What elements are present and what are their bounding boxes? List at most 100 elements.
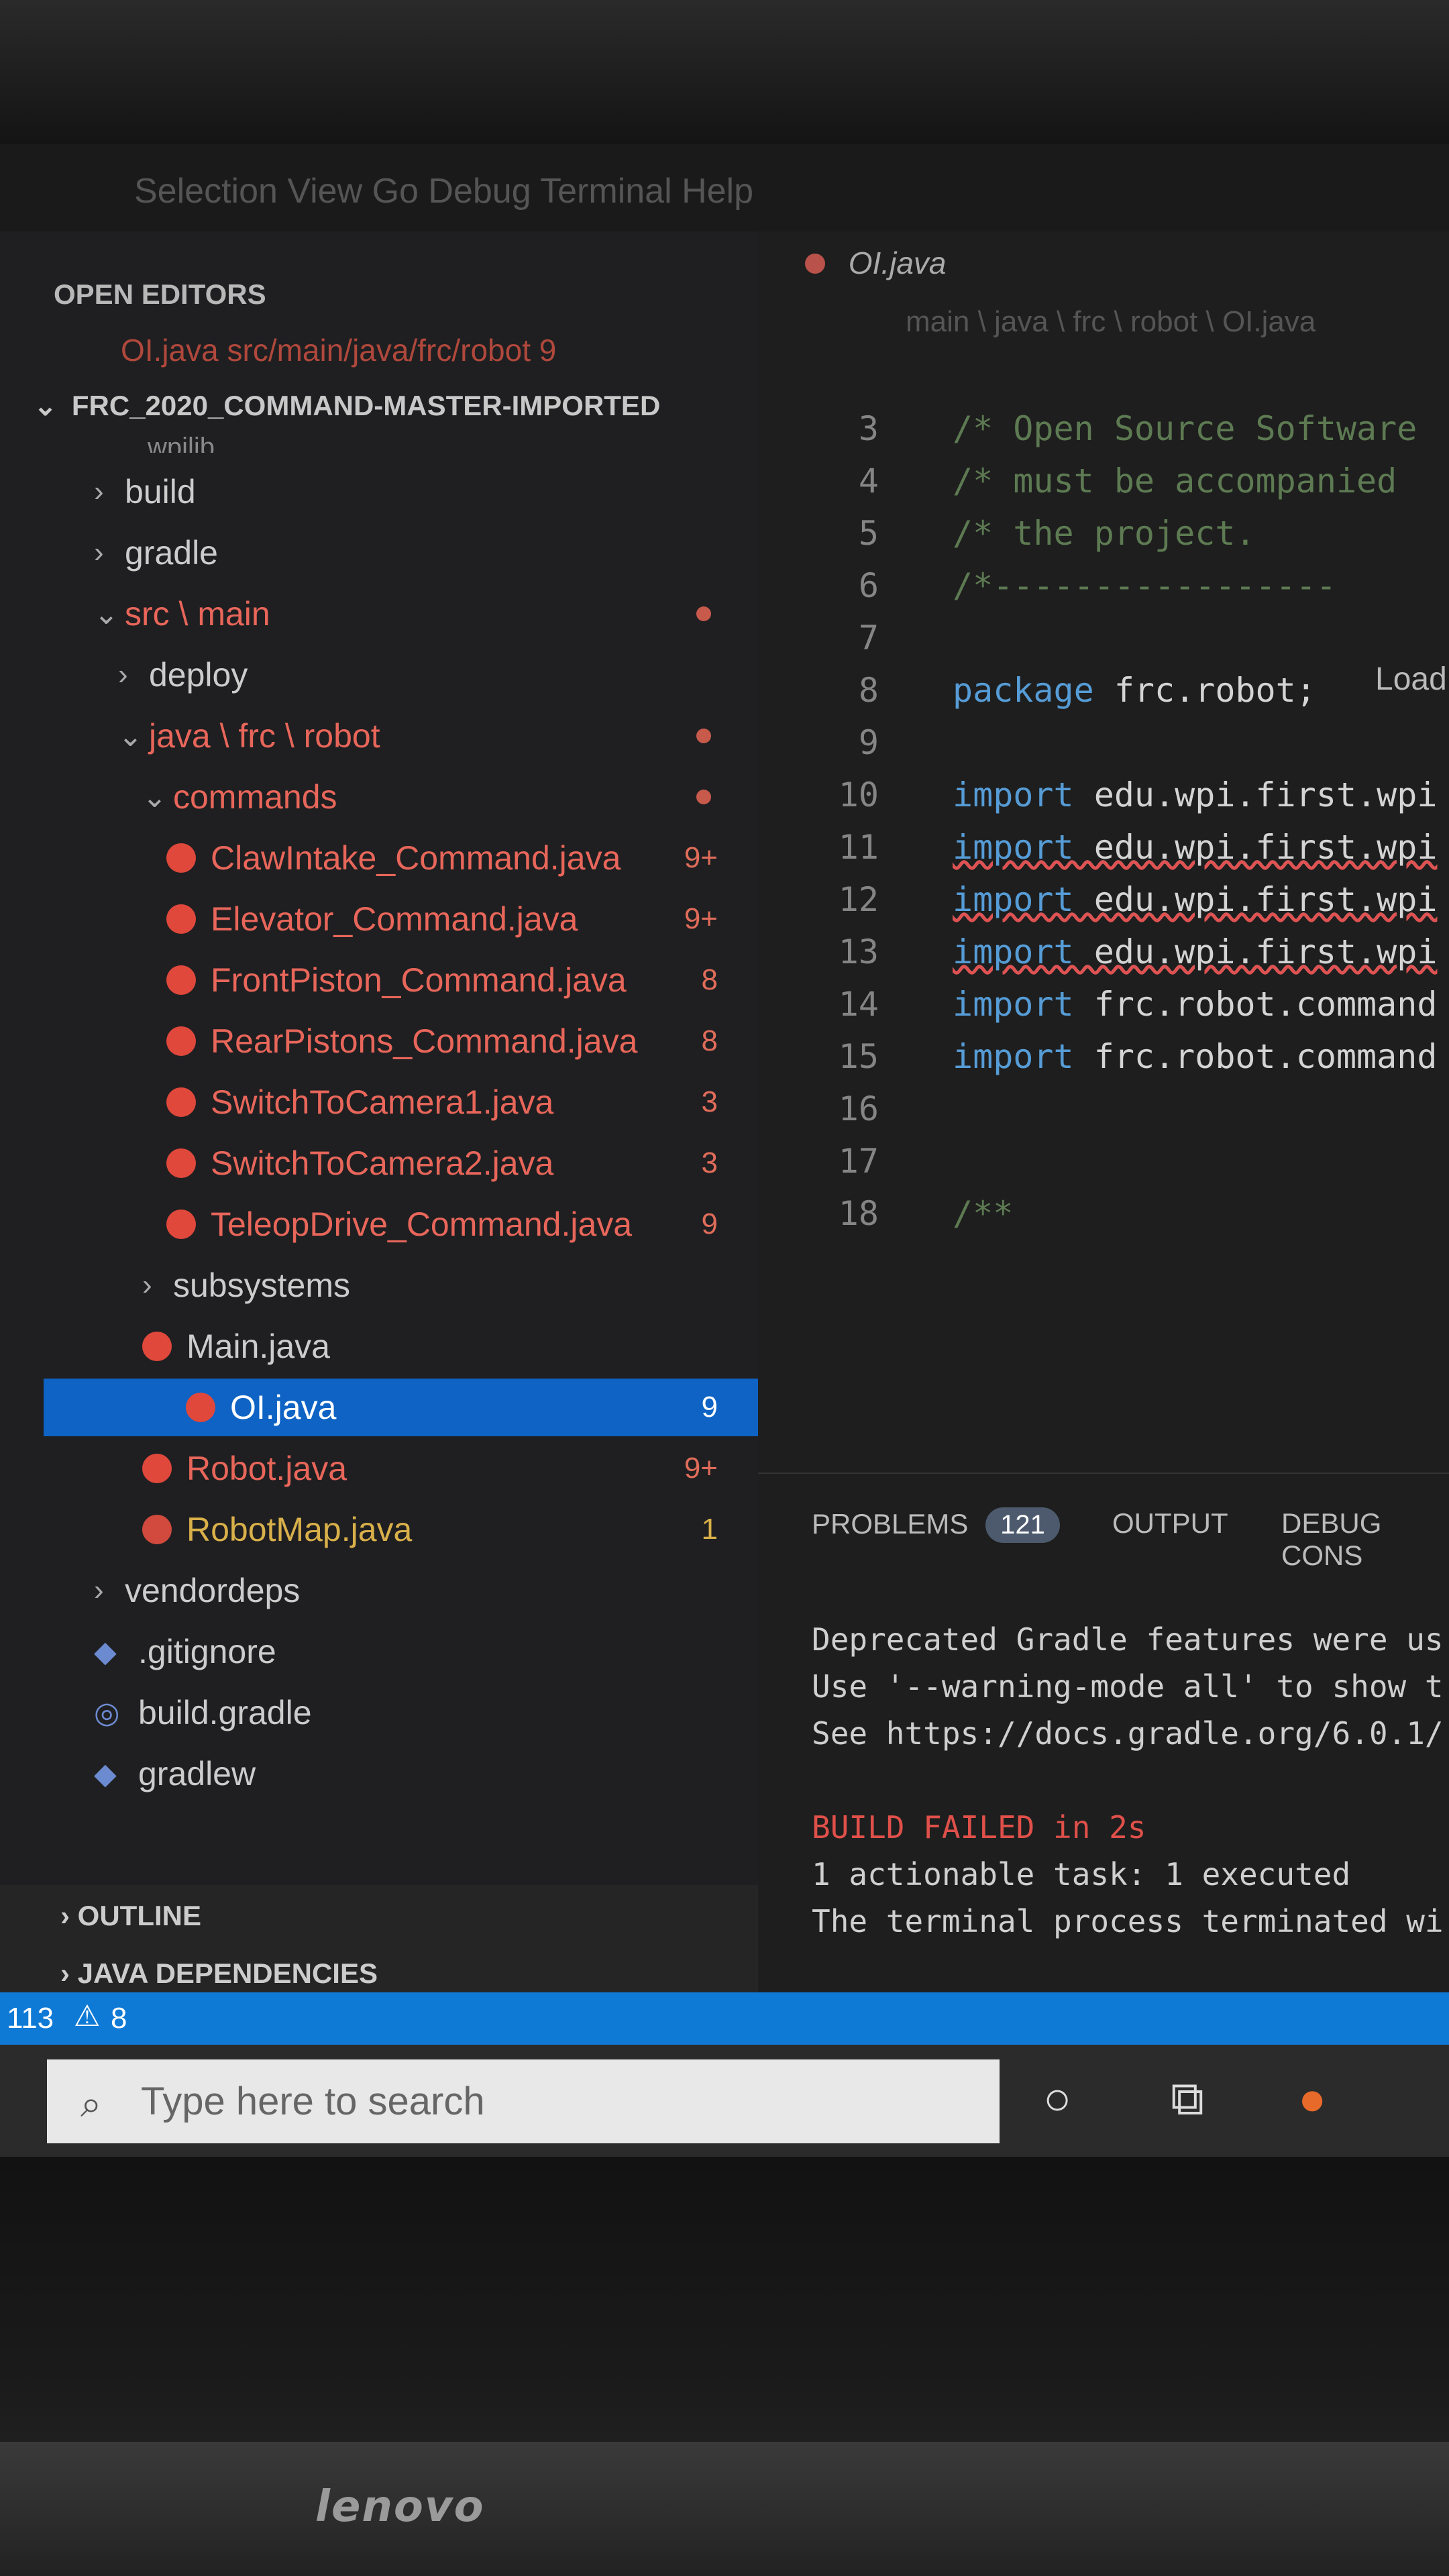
java-file-icon: [166, 904, 196, 934]
code-line[interactable]: 3 /* Open Source Software: [758, 409, 1449, 462]
warning-count[interactable]: 8: [111, 2002, 127, 2035]
chevron-right-icon: ›: [60, 1957, 70, 1989]
cortana-circle-icon[interactable]: ○: [1043, 2072, 1071, 2125]
code-line[interactable]: 8 package frc.robot;: [758, 671, 1449, 723]
taskbar-search-box[interactable]: ⌕ Type here to search: [47, 2059, 1000, 2143]
laptop-bezel-top: [0, 0, 1449, 144]
menu-text: Selection View Go Debug Terminal Help: [134, 172, 754, 211]
problem-count-badge: 8: [701, 963, 718, 996]
error-count[interactable]: 113: [7, 2002, 54, 2035]
tree-item-label: RobotMap.java: [186, 1511, 413, 1548]
line-number: 6: [858, 566, 879, 605]
menu-bar[interactable]: Selection View Go Debug Terminal Help: [0, 144, 1449, 231]
line-number: 5: [858, 514, 879, 553]
tree-item[interactable]: › vendordeps: [0, 1562, 758, 1619]
problems-count-badge: 121: [985, 1507, 1060, 1543]
code-line[interactable]: 9: [758, 723, 1449, 775]
tree-item[interactable]: Main.java: [0, 1318, 758, 1375]
code-text: import edu.wpi.first.wpi: [953, 775, 1438, 814]
code-line[interactable]: 15 import frc.robot.command: [758, 1037, 1449, 1089]
java-dependencies-section[interactable]: › JAVA DEPENDENCIES: [60, 1957, 378, 1990]
code-line[interactable]: 14 import frc.robot.command: [758, 985, 1449, 1037]
tree-item[interactable]: › deploy: [0, 646, 758, 704]
partial-tree-item: wpilib: [148, 433, 215, 453]
tree-item[interactable]: Elevator_Command.java 9+: [0, 890, 758, 948]
tree-item[interactable]: ⌄ commands: [0, 768, 758, 826]
problem-count-badge: 3: [701, 1085, 718, 1118]
project-header[interactable]: ⌄ FRC_2020_COMMAND-MASTER-IMPORTED: [34, 389, 660, 422]
terminal-line: Use '--warning-mode all' to show t: [812, 1668, 1444, 1705]
code-text: /* must be accompanied: [953, 462, 1397, 500]
tree-item[interactable]: › gradle: [0, 524, 758, 582]
tree-item[interactable]: ◆ gradlew: [0, 1745, 758, 1803]
code-text: /* Open Source Software: [953, 409, 1417, 448]
code-line[interactable]: 11 import edu.wpi.first.wpi: [758, 828, 1449, 880]
tree-item-label: OI.java: [230, 1389, 337, 1426]
tree-item[interactable]: FrontPiston_Command.java 8: [0, 951, 758, 1009]
tree-item[interactable]: RearPistons_Command.java 8: [0, 1012, 758, 1070]
tree-item[interactable]: ◆ .gitignore: [0, 1623, 758, 1680]
tree-item[interactable]: › build: [0, 463, 758, 521]
line-number: 14: [838, 985, 879, 1024]
sidebar-footer: › OUTLINE › JAVA DEPENDENCIES: [0, 1885, 758, 1992]
code-editor[interactable]: OI.java main \ java \ frc \ robot \ OI.j…: [758, 231, 1449, 1472]
code-line[interactable]: 6 /*-----------------: [758, 566, 1449, 619]
line-number: 10: [838, 775, 879, 814]
tree-item-label: vendordeps: [125, 1572, 301, 1609]
outline-section[interactable]: › OUTLINE: [60, 1900, 201, 1932]
search-icon: ⌕: [80, 2082, 102, 2125]
firefox-icon[interactable]: ●: [1298, 2072, 1326, 2125]
code-text: import edu.wpi.first.wpi: [953, 932, 1438, 971]
tree-item[interactable]: Robot.java 9+: [0, 1440, 758, 1497]
tree-item[interactable]: SwitchToCamera2.java 3: [0, 1134, 758, 1192]
editor-tab[interactable]: OI.java: [805, 245, 947, 281]
tree-item[interactable]: TeleopDrive_Command.java 9: [0, 1195, 758, 1253]
java-file-icon: [166, 1026, 196, 1056]
tree-item[interactable]: OI.java 9: [44, 1379, 758, 1436]
tree-item[interactable]: › subsystems: [0, 1256, 758, 1314]
open-editor-item[interactable]: OI.java src/main/java/frc/robot 9: [121, 332, 556, 368]
search-placeholder: Type here to search: [141, 2080, 485, 2123]
tab-problems[interactable]: PROBLEMS 121: [812, 1507, 1060, 1543]
code-line[interactable]: 18 /**: [758, 1194, 1449, 1246]
tree-item[interactable]: ⌄ java \ frc \ robot: [0, 707, 758, 765]
code-line[interactable]: 17: [758, 1142, 1449, 1194]
problem-count-badge: 8: [701, 1024, 718, 1057]
open-editors-header[interactable]: OPEN EDITORS: [54, 278, 266, 311]
problem-count-badge: 3: [701, 1146, 718, 1179]
chevron-right-icon: ›: [94, 536, 104, 569]
tree-item-label: build: [125, 473, 196, 511]
bottom-panel: PROBLEMS 121 OUTPUT DEBUG CONS Deprecate…: [758, 1472, 1449, 2033]
breadcrumb[interactable]: main \ java \ frc \ robot \ OI.java: [906, 305, 1316, 339]
tree-item-label: gradle: [125, 534, 218, 572]
windows-taskbar: ⌕ Type here to search ○ ⧉ ●: [0, 2045, 1449, 2157]
line-number: 7: [858, 619, 879, 657]
status-bar: 113 ⚠ 8: [0, 1992, 1449, 2045]
warning-icon: ⚠: [74, 2000, 101, 2033]
code-line[interactable]: 12 import edu.wpi.first.wpi: [758, 880, 1449, 932]
chevron-down-icon: ⌄: [94, 597, 119, 631]
tab-debug-console[interactable]: DEBUG CONS: [1281, 1507, 1449, 1572]
tree-item-label: src \ main: [125, 595, 270, 633]
line-number: 12: [838, 880, 879, 919]
task-view-icon[interactable]: ⧉: [1171, 2072, 1204, 2127]
code-line[interactable]: 4 /* must be accompanied: [758, 462, 1449, 514]
code-text: package frc.robot;: [953, 671, 1316, 710]
tree-item[interactable]: SwitchToCamera1.java 3: [0, 1073, 758, 1131]
code-line[interactable]: 5 /* the project.: [758, 514, 1449, 566]
java-file-icon: [166, 1210, 196, 1239]
tree-item[interactable]: ◎ build.gradle: [0, 1684, 758, 1741]
tree-item[interactable]: RobotMap.java 1: [0, 1501, 758, 1558]
tab-output[interactable]: OUTPUT: [1112, 1507, 1228, 1540]
code-line[interactable]: 7: [758, 619, 1449, 671]
code-line[interactable]: 16: [758, 1089, 1449, 1142]
code-line[interactable]: 10 import edu.wpi.first.wpi: [758, 775, 1449, 828]
tree-item[interactable]: ⌄ src \ main: [0, 585, 758, 643]
tree-item-label: SwitchToCamera2.java: [211, 1144, 554, 1182]
chevron-right-icon: ›: [94, 475, 104, 508]
tree-item-label: deploy: [149, 656, 248, 694]
code-line[interactable]: 13 import edu.wpi.first.wpi: [758, 932, 1449, 985]
tree-item-label: SwitchToCamera1.java: [211, 1083, 554, 1121]
java-file-icon: [166, 1087, 196, 1117]
tree-item[interactable]: ClawIntake_Command.java 9+: [0, 829, 758, 887]
